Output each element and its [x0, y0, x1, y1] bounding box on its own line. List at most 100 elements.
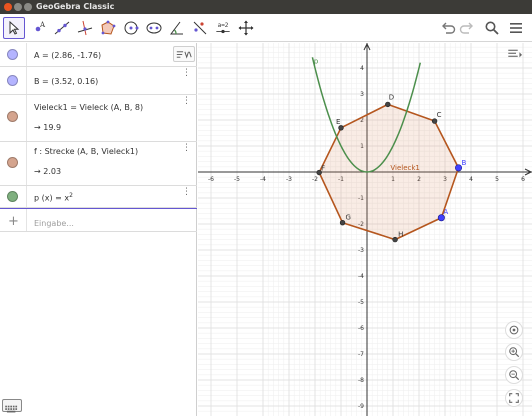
x-tick-label: -5: [234, 176, 240, 183]
reflect-tool-button[interactable]: [189, 17, 211, 39]
window-title: GeoGebra Classic: [36, 2, 115, 11]
value-vieleck1: → 19.9: [34, 123, 62, 132]
keyboard-icon: [5, 405, 18, 413]
add-icon[interactable]: +: [8, 214, 19, 229]
graphics-canvas[interactable]: -8-7-6-5-4-3-2-11234564321-1-2-3-4-5-6-7…: [198, 43, 532, 416]
slider-tool-button[interactable]: a=2: [212, 17, 234, 39]
move-tool-button[interactable]: [3, 17, 25, 39]
hamburger-menu-icon: [510, 23, 522, 33]
ellipse-tool-button[interactable]: [143, 17, 165, 39]
y-tick-label: 4: [360, 65, 364, 72]
zoom-in-button[interactable]: [505, 343, 523, 361]
vertex-D: [385, 101, 391, 108]
virtual-keyboard-button[interactable]: [2, 399, 22, 413]
algebra-input-row[interactable]: + Eingabe...: [0, 208, 197, 232]
function-p-text: p (x) = x: [34, 193, 70, 203]
definition-segment-f[interactable]: f : Strecke (A, B, Vieleck1): [34, 147, 138, 156]
redo-button[interactable]: [459, 20, 475, 36]
polygon-label: Vieleck1: [390, 164, 420, 172]
window-close-button[interactable]: [4, 3, 12, 11]
definition-point-a[interactable]: A = (2.86, -1.76): [34, 51, 101, 60]
x-tick-label: -2: [312, 176, 318, 183]
vertex-label-A: A: [443, 208, 448, 216]
perpendicular-line-icon: [77, 20, 93, 36]
circle-tool-icon: [124, 21, 139, 35]
definition-point-b[interactable]: B = (3.52, 0.16): [34, 77, 98, 86]
vertex-label-E: E: [336, 118, 340, 126]
window-maximize-button[interactable]: [24, 3, 32, 11]
function-p-label: p: [314, 57, 319, 65]
vertex-label-F: F: [321, 165, 325, 173]
undo-icon: [442, 22, 456, 34]
vertex-H: [392, 236, 398, 243]
definition-vieleck1[interactable]: Vieleck1 = Vieleck (A, B, 8): [34, 103, 143, 112]
style-bar-toggle-icon: [508, 49, 522, 58]
vertex-label-C: C: [437, 111, 442, 119]
visibility-toggle-segment-f[interactable]: [7, 157, 18, 168]
point-tool-icon: A: [35, 21, 46, 32]
x-tick-label: -4: [260, 176, 266, 183]
x-tick-label: 6: [521, 176, 525, 183]
title-bar: GeoGebra Classic: [0, 0, 532, 14]
standard-view-button[interactable]: [505, 321, 523, 339]
slider-tool-label: a=2: [217, 22, 229, 29]
x-tick-label: -6: [208, 176, 214, 183]
vertex-label-H: H: [398, 231, 403, 239]
sort-icon: [176, 50, 192, 59]
x-tick-label: 4: [469, 176, 473, 183]
fullscreen-icon: [509, 393, 519, 403]
search-icon: [485, 21, 499, 35]
y-tick-label: -4: [358, 273, 364, 280]
algebra-sort-button[interactable]: [173, 46, 195, 62]
algebra-row-point-b[interactable]: B = (3.52, 0.16) ⋮: [0, 67, 197, 95]
vertex-label-G: G: [346, 214, 351, 222]
search-button[interactable]: [484, 20, 500, 36]
move-arrows-icon: [238, 20, 254, 36]
algebra-row-function-p[interactable]: p (x) = x2 ⋮: [0, 186, 197, 208]
line-tool-button[interactable]: [51, 17, 73, 39]
move-graphics-view-tool-button[interactable]: [235, 17, 257, 39]
undo-button[interactable]: [440, 20, 456, 36]
definition-function-p[interactable]: p (x) = x2: [34, 192, 73, 203]
more-options-icon[interactable]: ⋮: [182, 188, 191, 197]
perpendicular-line-tool-button[interactable]: [74, 17, 96, 39]
polygon-tool-button[interactable]: [97, 17, 119, 39]
more-options-icon[interactable]: ⋮: [182, 97, 191, 106]
y-tick-label: -8: [358, 377, 364, 384]
x-tick-label: 5: [495, 176, 499, 183]
zoom-in-icon: [509, 347, 520, 358]
more-options-icon[interactable]: ⋮: [182, 144, 191, 153]
graphics-style-bar-button[interactable]: [506, 47, 526, 61]
function-p-exponent: 2: [69, 192, 73, 199]
y-tick-label: 3: [360, 91, 364, 98]
geogebra-window: GeoGebra Classic A a=2 A = (2.86, -1.76)…: [0, 0, 532, 416]
home-target-icon: [509, 325, 519, 335]
redo-icon: [459, 22, 473, 34]
circle-tool-button[interactable]: [120, 17, 142, 39]
line-tool-icon: [54, 21, 70, 35]
graphics-view[interactable]: -8-7-6-5-4-3-2-11234564321-1-2-3-4-5-6-7…: [198, 43, 532, 416]
algebra-input-field[interactable]: Eingabe...: [34, 219, 74, 228]
x-tick-label: -3: [286, 176, 292, 183]
y-tick-label: -7: [358, 351, 364, 358]
value-segment-f: → 2.03: [34, 167, 62, 176]
point-tool-button[interactable]: A: [28, 17, 50, 39]
more-options-icon[interactable]: ⋮: [182, 69, 191, 78]
main-menu-button[interactable]: [508, 20, 524, 36]
algebra-row-segment-f[interactable]: f : Strecke (A, B, Vieleck1) → 2.03 ⋮: [0, 142, 197, 186]
window-minimize-button[interactable]: [14, 3, 22, 11]
visibility-toggle-function-p[interactable]: [7, 191, 18, 202]
fullscreen-button[interactable]: [505, 389, 523, 407]
polygon-tool-icon: [101, 20, 116, 35]
algebra-row-point-a[interactable]: A = (2.86, -1.76): [0, 43, 197, 67]
visibility-toggle-vieleck1[interactable]: [7, 111, 18, 122]
visibility-toggle-point-a[interactable]: [7, 49, 18, 60]
visibility-toggle-point-b[interactable]: [7, 75, 18, 86]
zoom-out-button[interactable]: [505, 366, 523, 384]
y-tick-label: -5: [358, 299, 364, 306]
angle-tool-button[interactable]: [166, 17, 188, 39]
vertex-E: [338, 125, 344, 131]
y-tick-label: -3: [358, 247, 364, 254]
vertex-G: [339, 220, 346, 226]
algebra-row-vieleck1[interactable]: Vieleck1 = Vieleck (A, B, 8) → 19.9 ⋮: [0, 95, 197, 142]
